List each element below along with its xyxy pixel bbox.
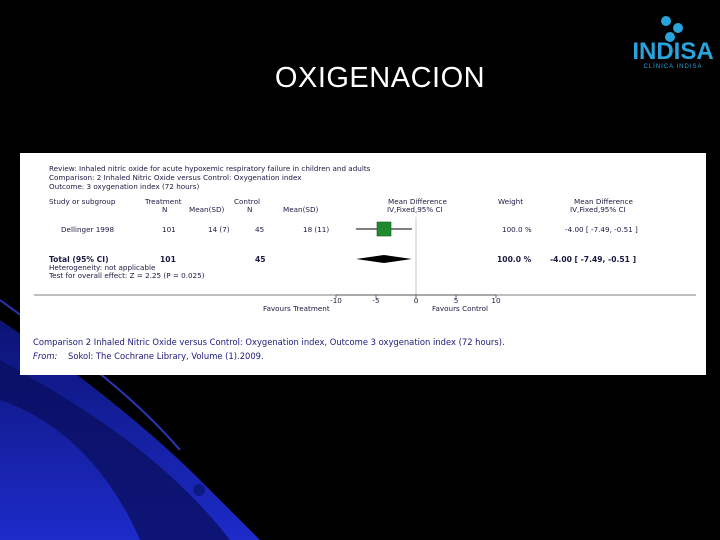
col-control-n: N — [247, 205, 252, 214]
total-t-n: 101 — [160, 255, 176, 264]
col-md2-method: IV,Fixed,95% CI — [570, 205, 626, 214]
forest-plot-panel: Review: Inhaled nitric oxide for acute h… — [20, 153, 706, 375]
study-weight-square — [376, 221, 392, 237]
logo-subtext: CLÍNICA INDISA — [643, 64, 703, 70]
col-treatment-n: N — [162, 205, 167, 214]
study-weight: 100.0 % — [502, 225, 532, 234]
total-weight: 100.0 % — [497, 255, 532, 264]
col-treatment-mean: Mean(SD) — [189, 205, 224, 214]
x-tick-label: 10 — [491, 296, 501, 305]
col-study: Study or subgroup — [49, 197, 116, 206]
study-c-n: 45 — [255, 225, 264, 234]
favours-control-label: Favours Control — [432, 304, 488, 313]
col-weight: Weight — [498, 197, 523, 206]
col-control-mean: Mean(SD) — [283, 205, 318, 214]
study-ci: -4.00 [ -7.49, -0.51 ] — [565, 225, 638, 234]
col-md-method: IV,Fixed,95% CI — [387, 205, 443, 214]
caption-from-text: Sokol: The Cochrane Library, Volume (1).… — [68, 351, 264, 361]
total-ci: -4.00 [ -7.49, -0.51 ] — [550, 255, 636, 264]
total-c-n: 45 — [255, 255, 266, 264]
study-name: Dellinger 1998 — [61, 225, 114, 234]
overall-effect-text: Test for overall effect: Z = 2.25 (P = 0… — [48, 271, 205, 280]
x-tick-label: -5 — [372, 296, 379, 305]
outcome-line: Outcome: 3 oxygenation index (72 hours) — [49, 182, 199, 191]
study-t-n: 101 — [162, 225, 176, 234]
comparison-line: Comparison: 2 Inhaled Nitric Oxide versu… — [49, 173, 302, 182]
review-line: Review: Inhaled nitric oxide for acute h… — [49, 164, 371, 173]
logo-text: INDISA — [632, 38, 714, 65]
pooled-diamond — [356, 255, 412, 263]
x-tick-label: -10 — [330, 296, 342, 305]
forest-plot: Review: Inhaled nitric oxide for acute h… — [33, 164, 696, 361]
caption-line: Comparison 2 Inhaled Nitric Oxide versus… — [33, 337, 505, 347]
slide-title: OXIGENACION — [274, 62, 486, 94]
x-tick-label: 0 — [414, 296, 419, 305]
favours-treatment-label: Favours Treatment — [263, 304, 330, 313]
study-t-mean: 14 (7) — [208, 225, 230, 234]
study-c-mean: 18 (11) — [303, 225, 329, 234]
caption-from-label: From: — [33, 351, 58, 361]
